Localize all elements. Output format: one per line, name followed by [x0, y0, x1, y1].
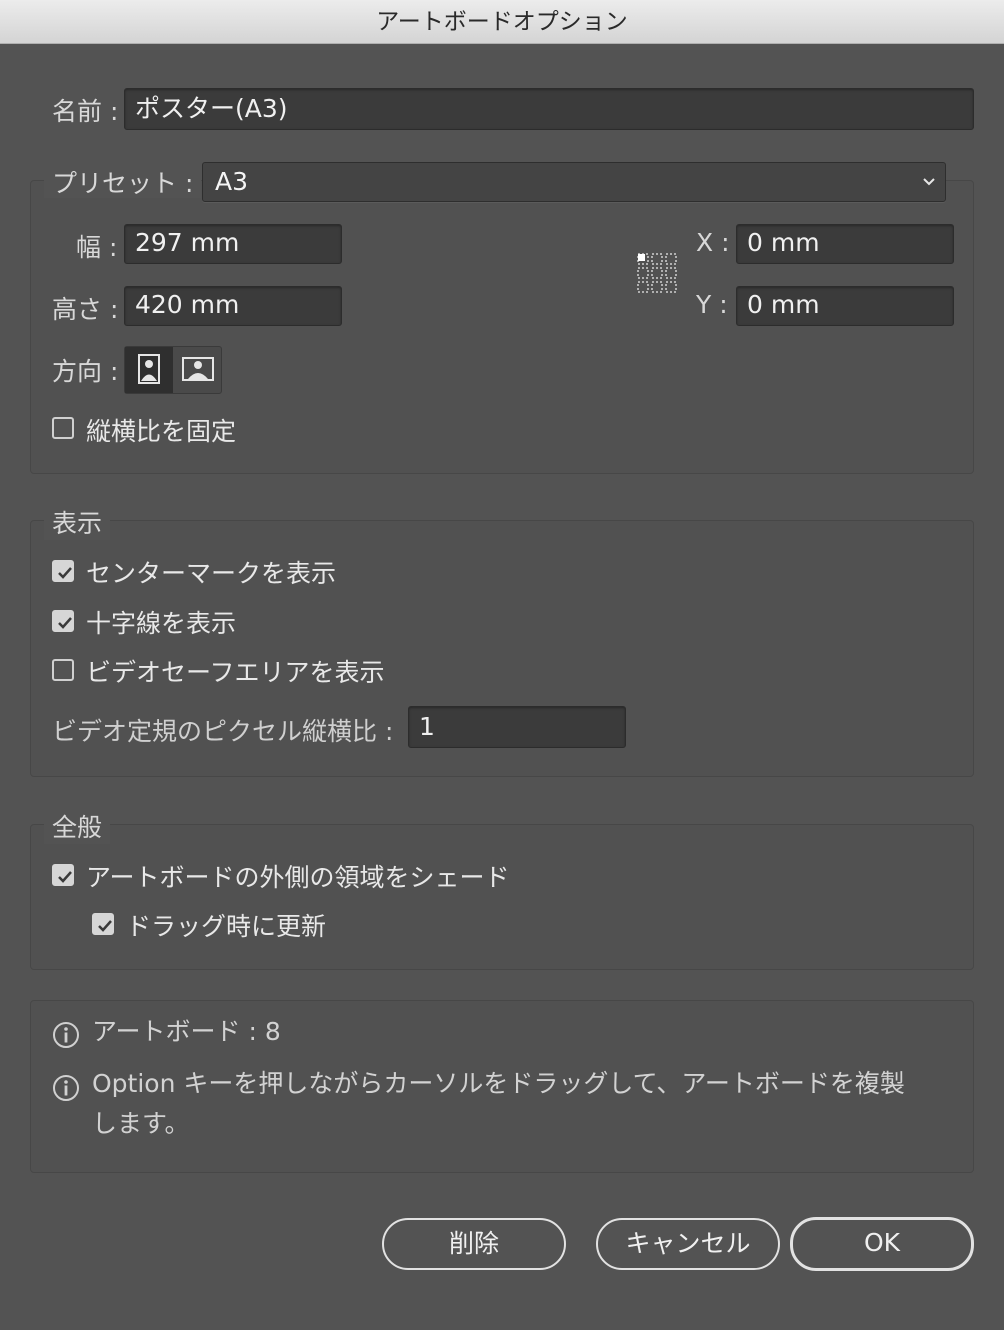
y-input[interactable]: 0 mm — [736, 286, 954, 326]
constrain-checkbox[interactable] — [52, 417, 74, 439]
width-label: 幅 : — [76, 233, 118, 262]
window-titlebar: アートボードオプション — [0, 0, 1004, 44]
display-title: 表示 — [44, 504, 111, 540]
orientation-label: 方向 : — [52, 357, 119, 386]
global-title: 全般 — [44, 808, 111, 844]
fade-label: アートボードの外側の領域をシェード — [86, 863, 510, 892]
video-safe-checkbox[interactable] — [52, 659, 74, 681]
name-label: 名前 : — [52, 97, 119, 126]
cancel-button[interactable]: キャンセル — [596, 1218, 780, 1270]
height-input[interactable]: 420 mm — [124, 286, 342, 326]
check-icon — [58, 617, 72, 629]
preset-select[interactable]: A3 — [202, 162, 946, 202]
ok-button[interactable]: OK — [790, 1217, 974, 1271]
portrait-button[interactable] — [125, 347, 173, 393]
chevron-down-icon — [923, 178, 935, 186]
check-icon — [58, 871, 72, 883]
x-input[interactable]: 0 mm — [736, 224, 954, 264]
check-icon — [98, 920, 112, 932]
cross-hairs-label: 十字線を表示 — [86, 609, 237, 638]
constrain-label: 縦横比を固定 — [86, 417, 237, 446]
center-mark-label: センターマークを表示 — [86, 559, 337, 588]
check-icon — [58, 567, 72, 579]
y-label: Y : — [696, 290, 728, 319]
landscape-icon — [182, 357, 214, 381]
width-input[interactable]: 297 mm — [124, 224, 342, 264]
landscape-button[interactable] — [174, 347, 222, 393]
update-drag-checkbox[interactable] — [92, 913, 114, 935]
center-mark-checkbox[interactable] — [52, 560, 74, 582]
name-input[interactable]: ポスター(A3) — [124, 88, 974, 130]
pixel-aspect-label: ビデオ定規のピクセル縦横比 : — [52, 717, 394, 746]
update-drag-label: ドラッグ時に更新 — [126, 912, 327, 941]
portrait-icon — [138, 354, 160, 384]
video-safe-label: ビデオセーフエリアを表示 — [86, 658, 385, 687]
preset-value: A3 — [215, 167, 249, 196]
fade-checkbox[interactable] — [52, 864, 74, 886]
x-label: X : — [696, 228, 730, 257]
cross-hairs-checkbox[interactable] — [52, 610, 74, 632]
preset-label: プリセット : — [44, 164, 202, 198]
info-icon — [53, 1022, 79, 1048]
global-group — [30, 824, 974, 970]
pixel-aspect-input[interactable]: 1 — [408, 706, 626, 748]
duplicate-tip-line2: します。 — [92, 1109, 190, 1138]
delete-button[interactable]: 削除 — [382, 1218, 566, 1270]
artboard-count: アートボード : 8 — [92, 1017, 281, 1046]
height-label: 高さ : — [52, 295, 119, 324]
duplicate-tip-line1: Option キーを押しながらカーソルをドラッグして、アートボードを複製 — [92, 1069, 905, 1098]
info-icon — [53, 1075, 79, 1101]
window-title: アートボードオプション — [376, 9, 628, 35]
reference-point-icon[interactable] — [636, 252, 678, 294]
orientation-toggle — [124, 346, 222, 394]
